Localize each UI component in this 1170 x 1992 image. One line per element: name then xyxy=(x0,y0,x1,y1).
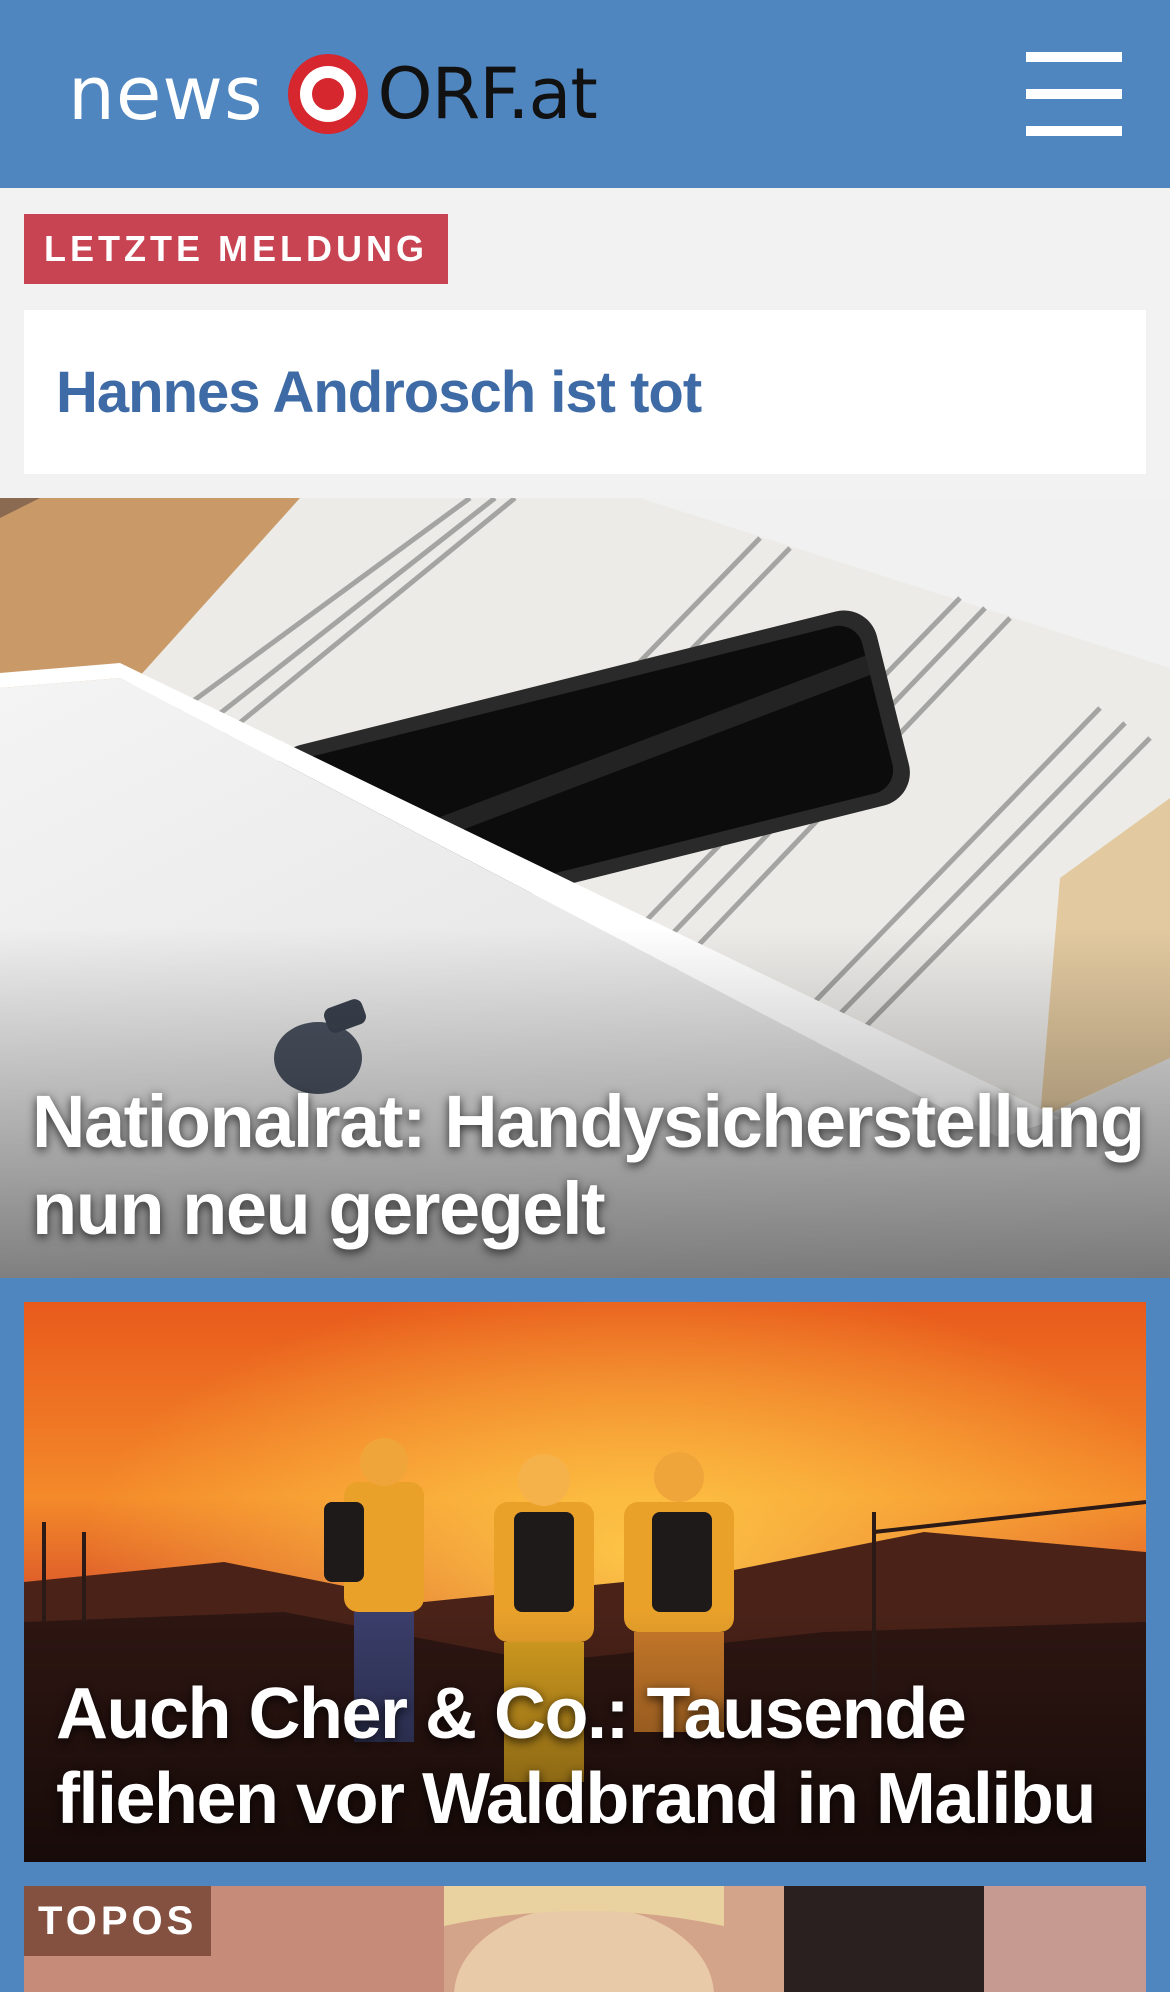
story-title: Auch Cher & Co.: Tausende fliehen vor Wa… xyxy=(56,1674,1096,1839)
breaking-news-badge: LETZTE MELDUNG xyxy=(24,214,448,284)
news-orf-logo[interactable]: news ORF.at xyxy=(68,44,598,144)
breaking-news-headline: Hannes Androsch ist tot xyxy=(56,359,702,425)
story-card-waldbrand-malibu[interactable]: Auch Cher & Co.: Tausende fliehen vor Wa… xyxy=(24,1302,1146,1862)
logo-news-text: news xyxy=(68,51,264,137)
hamburger-menu-icon[interactable] xyxy=(1026,52,1122,136)
logo-orf-text: ORF.at xyxy=(377,53,598,135)
story-card-topos[interactable]: TOPOS xyxy=(24,1886,1146,1992)
breaking-news-link[interactable]: Hannes Androsch ist tot xyxy=(24,310,1146,474)
top-bar: news ORF.at xyxy=(0,0,1170,188)
topos-badge: TOPOS xyxy=(24,1886,212,1956)
story-card-handysicherstellung[interactable]: Nationalrat: Handysicherstellung nun neu… xyxy=(0,498,1170,1278)
story-title: Nationalrat: Handysicherstellung nun neu… xyxy=(32,1080,1145,1251)
orf-eye-icon xyxy=(286,52,370,136)
